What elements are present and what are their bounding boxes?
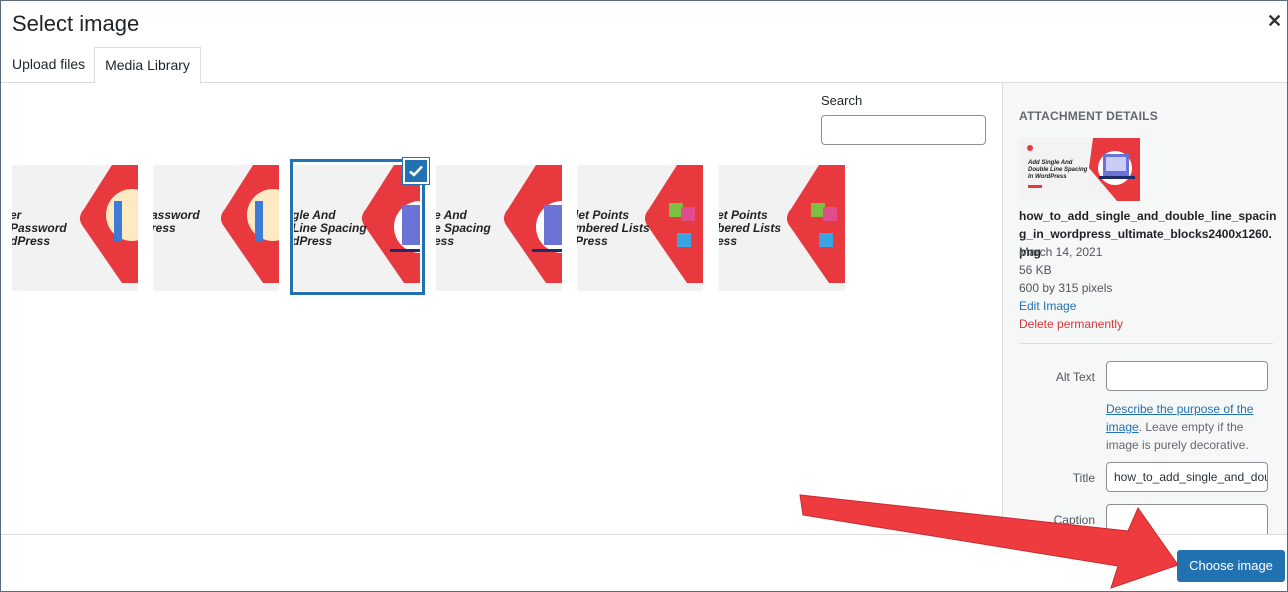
- attachment-thumbnail[interactable]: erPassworddPress: [12, 165, 138, 291]
- alt-text-label: Alt Text: [1055, 370, 1095, 384]
- caption-label: Caption: [1053, 513, 1095, 527]
- illustration-tag: [681, 207, 695, 221]
- tab-upload-files[interactable]: Upload files: [2, 47, 95, 83]
- attachment-dimensions: 600 by 315 pixels: [1019, 281, 1113, 295]
- thumbnail-image: e Ande Spacingess: [436, 165, 562, 291]
- preview-line-3: In WordPress: [1028, 174, 1067, 180]
- caption-textarea[interactable]: [1106, 504, 1268, 534]
- illustration-tag: [677, 233, 691, 247]
- media-modal: Select image ✕ Upload files Media Librar…: [0, 0, 1288, 592]
- checkmark-icon[interactable]: [403, 158, 429, 184]
- thumbnail-caption-line: dPress: [12, 234, 50, 248]
- attachment-thumbnail[interactable]: et Points bered Lists ess: [719, 165, 845, 291]
- thumbnail-caption-line: bered Lists: [719, 221, 781, 235]
- illustration-tag: [669, 203, 683, 217]
- title-input[interactable]: how_to_add_single_and_double_line_spacin…: [1106, 462, 1268, 492]
- preview-line-1: Add Single And: [1027, 160, 1073, 166]
- search-input[interactable]: [821, 115, 986, 145]
- sidebar-divider: [1019, 343, 1273, 344]
- thumbnail-caption-line: Password: [12, 221, 67, 235]
- choose-image-button[interactable]: Choose image: [1177, 550, 1285, 582]
- modal-title: Select image: [12, 11, 140, 36]
- edit-image-link[interactable]: Edit Image: [1019, 299, 1076, 313]
- search-label: Search: [821, 93, 863, 108]
- attachment-date: March 14, 2021: [1019, 245, 1103, 259]
- attachment-thumbnail[interactable]: assword ress: [153, 165, 279, 291]
- thumbnail-caption-line: ress: [153, 221, 176, 235]
- illustration-base: [532, 249, 562, 252]
- thumbnail-caption-line: et Points: [719, 208, 768, 222]
- illustration-tag: [823, 207, 837, 221]
- tab-bar: Upload files Media Library: [1, 47, 1287, 84]
- thumbnail-caption-line: ess: [719, 234, 737, 248]
- thumbnail-caption-line: e And: [436, 208, 468, 222]
- thumbnail-image: et Pointsbered Listsess: [719, 165, 845, 291]
- illustration-laptop: [544, 205, 562, 245]
- thumbnail-caption-line: assword: [153, 208, 200, 222]
- thumbnail-image: erPassworddPress: [12, 165, 138, 291]
- attachment-preview-thumbnail: Add Single And Double Line Spacing In Wo…: [1019, 138, 1140, 201]
- modal-footer: Choose image: [1, 534, 1287, 591]
- illustration-person: [255, 201, 263, 241]
- thumbnail-image: let Pointsmbered ListsPress: [577, 165, 703, 291]
- attachment-thumbnail[interactable]: e And e Spacing ess: [436, 165, 562, 291]
- attachment-details-heading: ATTACHMENT DETAILS: [1019, 109, 1158, 123]
- thumbnail-caption-line: Press: [577, 234, 608, 248]
- thumbnail-caption-line: ess: [436, 234, 454, 248]
- attachment-thumbnail[interactable]: let Points mbered Lists Press: [577, 165, 703, 291]
- close-icon[interactable]: ✕: [1267, 12, 1282, 30]
- alt-text-input[interactable]: [1106, 361, 1268, 391]
- illustration-person: [114, 201, 122, 241]
- thumbnail-caption-line: let Points: [577, 208, 629, 222]
- thumbnail-caption-line: e Spacing: [436, 221, 491, 235]
- tab-media-library[interactable]: Media Library: [94, 47, 201, 84]
- media-library-content: Search erPassworddPressasswordressgle An…: [1, 83, 1002, 534]
- delete-permanently-link[interactable]: Delete permanently: [1019, 317, 1123, 331]
- thumbnail-caption-line: er: [12, 208, 23, 222]
- illustration-tag: [811, 203, 825, 217]
- title-label: Title: [1072, 471, 1095, 485]
- alt-text-help: Describe the purpose of the image. Leave…: [1106, 400, 1266, 454]
- thumbnail-image: asswordress: [153, 165, 279, 291]
- illustration-tag: [819, 233, 833, 247]
- thumbnail-caption-line: mbered Lists: [577, 221, 650, 235]
- attachment-details-sidebar: ATTACHMENT DETAILS Add Single And Double…: [1002, 83, 1287, 534]
- attachment-filesize: 56 KB: [1019, 263, 1052, 277]
- preview-line-2: Double Line Spacing: [1028, 167, 1088, 173]
